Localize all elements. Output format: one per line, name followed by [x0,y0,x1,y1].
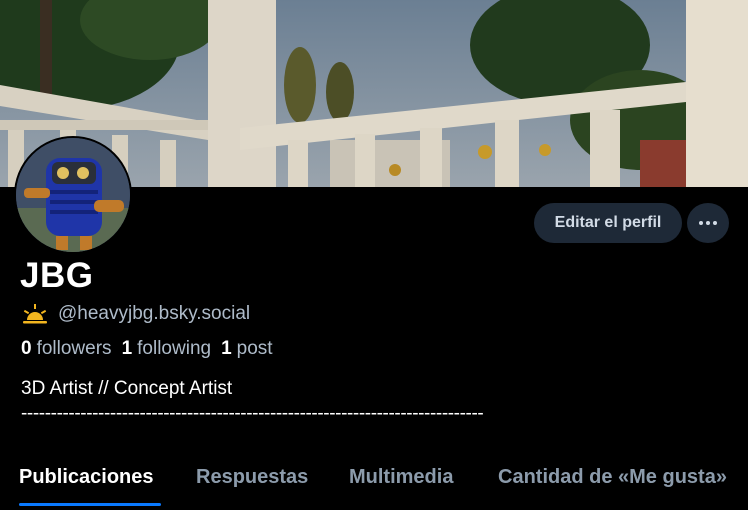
bio-line-2: ----------------------------------------… [21,403,484,424]
following-count: 1 [121,338,133,359]
posts-count: 1 [221,338,232,359]
edit-profile-label: Editar el perfil [554,214,662,231]
profile-bio: 3D Artist // Concept Artist ------------… [21,376,484,426]
followers-stat[interactable]: 0 followers [21,338,112,360]
more-options-button[interactable] [687,203,729,243]
following-stat[interactable]: 1 following [122,338,212,360]
followers-count: 0 [21,338,32,359]
posts-label: post [236,338,273,359]
display-name: JBG [20,256,94,295]
avatar-image [16,138,130,252]
tab-respuestas[interactable]: Respuestas [196,466,308,489]
handle-row: @heavyjbg.bsky.social [22,302,250,326]
bio-line-1: 3D Artist // Concept Artist [21,378,233,399]
edit-profile-button[interactable]: Editar el perfil [534,203,682,243]
handle[interactable]: @heavyjbg.bsky.social [58,303,250,325]
following-label: following [137,338,212,359]
avatar[interactable] [14,136,132,254]
profile-tabs: Publicaciones Respuestas Multimedia Cant… [0,450,748,510]
sun-icon [23,304,47,324]
ellipsis-icon [699,221,717,225]
followers-label: followers [36,338,112,359]
posts-stat: 1 post [221,338,273,360]
tab-publicaciones[interactable]: Publicaciones [19,466,154,489]
tab-multimedia[interactable]: Multimedia [349,466,453,489]
active-tab-indicator [19,503,161,506]
profile-stats: 0 followers 1 following 1 post [21,338,273,360]
tab-likes[interactable]: Cantidad de «Me gusta» [498,466,727,489]
